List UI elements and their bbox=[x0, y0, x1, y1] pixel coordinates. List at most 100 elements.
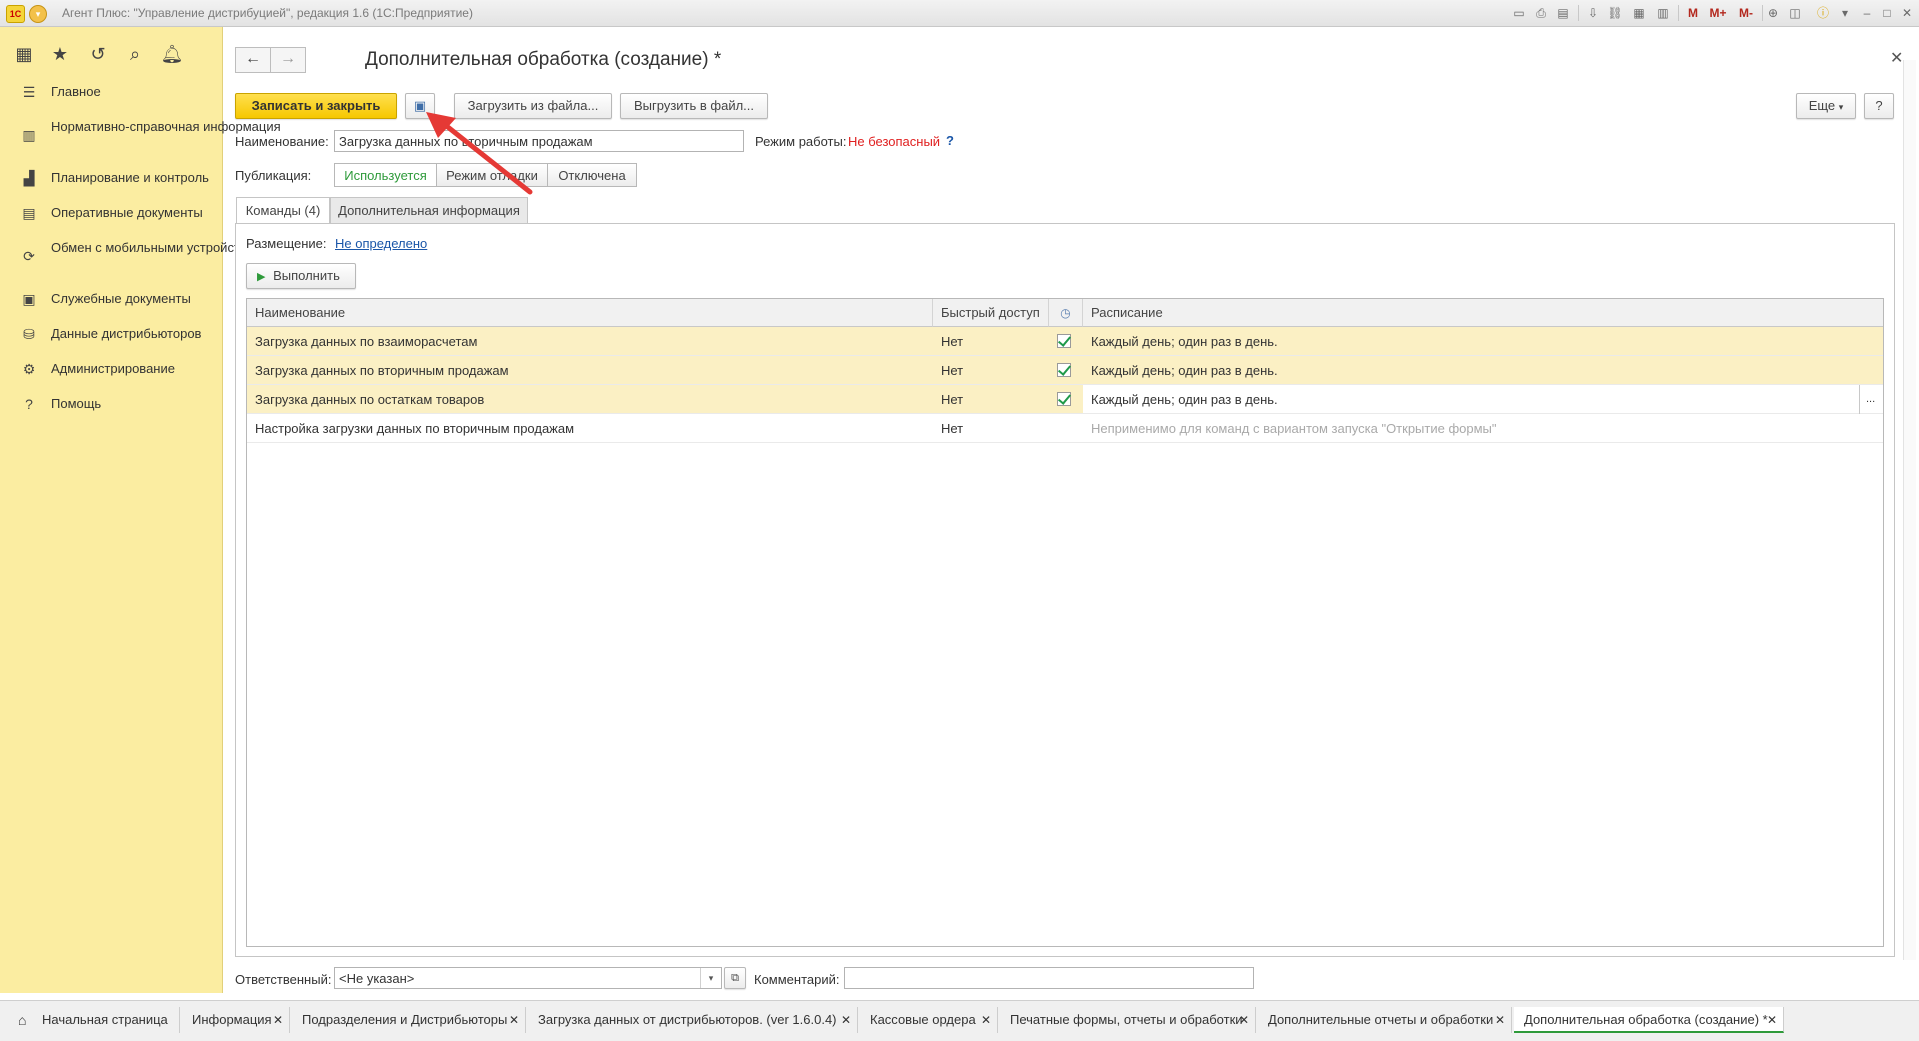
panels-icon[interactable]: ◫ bbox=[1786, 4, 1804, 22]
play-icon: ▶ bbox=[257, 271, 266, 283]
mode-value-link[interactable]: Не безопасный bbox=[848, 134, 940, 149]
schedule-checkbox[interactable] bbox=[1057, 334, 1071, 348]
bottom-tab-info[interactable]: Информация ✕ bbox=[182, 1007, 290, 1033]
close-tab-icon[interactable]: ✕ bbox=[273, 1007, 283, 1033]
responsible-label: Ответственный: bbox=[235, 972, 332, 987]
preview-icon[interactable]: ▤ bbox=[1554, 4, 1572, 22]
table-row[interactable]: Загрузка данных по вторичным продажам Не… bbox=[247, 356, 1883, 385]
memory-plus-button[interactable]: M+ bbox=[1706, 4, 1730, 22]
close-tab-icon[interactable]: ✕ bbox=[509, 1007, 519, 1033]
bottom-tab-cash-orders[interactable]: Кассовые ордера ✕ bbox=[860, 1007, 998, 1033]
export-to-file-button[interactable]: Выгрузить в файл... bbox=[620, 93, 768, 119]
sidebar-item-distributor-data[interactable]: ⛁ Данные дистрибьюторов bbox=[0, 326, 222, 346]
clock-icon: ◷ bbox=[1060, 306, 1071, 320]
row-name: Загрузка данных по остаткам товаров bbox=[255, 392, 485, 407]
sync-icon: ⟳ bbox=[23, 248, 35, 264]
sidebar-toolbar: ▦ ★ ↺ ⌕ 🔔︎ bbox=[0, 27, 222, 81]
name-label: Наименование: bbox=[235, 134, 329, 149]
favorites-star-icon[interactable]: ★ bbox=[48, 42, 72, 66]
sidebar-item-mobile-exchange[interactable]: ⟳ Обмен с мобильными устройствами bbox=[0, 240, 270, 276]
bottom-tab-print-forms[interactable]: Печатные формы, отчеты и обработки ✕ bbox=[1000, 1007, 1256, 1033]
sidebar-item-help[interactable]: ? Помощь bbox=[0, 396, 222, 416]
column-header-quick-access[interactable]: Быстрый доступ bbox=[933, 299, 1049, 327]
bottom-tab-additional-reports[interactable]: Дополнительные отчеты и обработки ✕ bbox=[1258, 1007, 1512, 1033]
comment-label: Комментарий: bbox=[754, 972, 840, 987]
window-title-bar: 1С ▾ Агент Плюс: "Управление дистрибуцие… bbox=[0, 0, 1919, 27]
close-tab-icon[interactable]: ✕ bbox=[981, 1007, 991, 1033]
open-windows-bar: ⌂ Начальная страница Информация ✕ Подразд… bbox=[0, 1000, 1919, 1041]
column-header-schedule-icon[interactable]: ◷ bbox=[1049, 299, 1083, 327]
calendar-icon[interactable]: ▦ bbox=[1630, 4, 1648, 22]
save-icon[interactable]: ▭ bbox=[1510, 4, 1528, 22]
tab-commands[interactable]: Команды (4) bbox=[236, 197, 330, 225]
help-button[interactable]: ? bbox=[1864, 93, 1894, 119]
bottom-tab-data-loading[interactable]: Загрузка данных от дистрибьюторов. (ver … bbox=[528, 1007, 858, 1033]
close-form-icon[interactable]: ✕ bbox=[1890, 48, 1903, 68]
chevron-down-icon[interactable]: ▾ bbox=[1836, 4, 1854, 22]
column-header-name[interactable]: Наименование bbox=[247, 299, 933, 327]
close-tab-icon[interactable]: ✕ bbox=[841, 1007, 851, 1033]
form-title: Дополнительная обработка (создание) * bbox=[365, 49, 722, 70]
memory-minus-button[interactable]: M- bbox=[1734, 4, 1758, 22]
gear-icon: ⚙ bbox=[22, 361, 36, 377]
download-icon[interactable]: ⇩ bbox=[1584, 4, 1602, 22]
close-window-icon[interactable]: ✕ bbox=[1898, 4, 1916, 22]
sidebar-item-reference[interactable]: ▥ Нормативно-справочная информация bbox=[0, 119, 280, 155]
home-icon: ⌂ bbox=[18, 1012, 27, 1028]
table-row[interactable]: Загрузка данных по остаткам товаров Нет … bbox=[247, 385, 1883, 414]
run-button[interactable]: ▶ Выполнить bbox=[246, 263, 356, 289]
main-menu-dropdown-icon[interactable]: ▾ bbox=[29, 5, 47, 23]
placement-label: Размещение: bbox=[246, 236, 327, 251]
close-tab-icon[interactable]: ✕ bbox=[1239, 1007, 1249, 1033]
row-quick-access: Нет bbox=[941, 392, 964, 407]
schedule-select-button[interactable]: ... bbox=[1859, 385, 1883, 414]
print-icon[interactable]: ⎙ bbox=[1532, 4, 1550, 22]
publication-disabled-option[interactable]: Отключена bbox=[547, 163, 637, 187]
chart-icon: ▟ bbox=[23, 170, 35, 186]
bottom-tab-departments[interactable]: Подразделения и Дистрибьюторы ✕ bbox=[292, 1007, 526, 1033]
schedule-checkbox[interactable] bbox=[1057, 363, 1071, 377]
bottom-tab-home[interactable]: ⌂ Начальная страница bbox=[8, 1007, 180, 1033]
mode-label: Режим работы: bbox=[755, 134, 847, 149]
link-icon[interactable]: ⛓ bbox=[1606, 4, 1624, 22]
close-tab-icon[interactable]: ✕ bbox=[1495, 1007, 1505, 1033]
documents-icon: ▤ bbox=[22, 205, 36, 221]
memory-m-button[interactable]: M bbox=[1684, 4, 1702, 22]
minimize-icon[interactable]: – bbox=[1858, 4, 1876, 22]
sidebar-item-operational-docs[interactable]: ▤ Оперативные документы bbox=[0, 205, 222, 225]
placement-link[interactable]: Не определено bbox=[335, 236, 427, 251]
bottom-tab-current-form[interactable]: Дополнительная обработка (создание) * ✕ bbox=[1514, 1007, 1784, 1033]
forward-button[interactable]: → bbox=[270, 47, 306, 73]
comment-input[interactable] bbox=[844, 967, 1254, 989]
zoom-icon[interactable]: ⊕ bbox=[1764, 4, 1782, 22]
sidebar-item-main[interactable]: ☰ Главное bbox=[0, 84, 222, 104]
mode-help-icon[interactable]: ? bbox=[946, 133, 954, 148]
sidebar-item-administration[interactable]: ⚙ Администрирование bbox=[0, 361, 222, 381]
more-button[interactable]: Еще ▾ bbox=[1796, 93, 1856, 119]
row-schedule[interactable]: Каждый день; один раз в день. bbox=[1083, 385, 1278, 414]
table-row[interactable]: Загрузка данных по взаиморасчетам Нет Ка… bbox=[247, 327, 1883, 356]
tab-additional-info[interactable]: Дополнительная информация bbox=[330, 197, 528, 223]
table-row[interactable]: Настройка загрузки данных по вторичным п… bbox=[247, 414, 1883, 443]
schedule-checkbox[interactable] bbox=[1057, 392, 1071, 406]
form-vertical-scrollbar[interactable] bbox=[1903, 60, 1916, 960]
catalog-icon: ▥ bbox=[22, 127, 36, 143]
calculator-icon[interactable]: ▥ bbox=[1654, 4, 1672, 22]
history-icon[interactable]: ↺ bbox=[86, 42, 110, 66]
sidebar-item-service-docs[interactable]: ▣ Служебные документы bbox=[0, 291, 222, 311]
search-icon[interactable]: ⌕ bbox=[123, 42, 147, 66]
row-schedule: Каждый день; один раз в день. bbox=[1091, 363, 1278, 378]
close-tab-icon[interactable]: ✕ bbox=[1767, 1007, 1777, 1033]
info-icon[interactable]: ⓘ bbox=[1814, 4, 1832, 22]
column-header-schedule[interactable]: Расписание bbox=[1083, 299, 1883, 327]
save-and-close-button[interactable]: Записать и закрыть bbox=[235, 93, 397, 119]
row-name: Настройка загрузки данных по вторичным п… bbox=[255, 421, 575, 436]
responsible-input[interactable]: <Не указан> bbox=[334, 967, 722, 989]
open-responsible-button[interactable]: ⧉ bbox=[724, 967, 746, 989]
apps-grid-icon[interactable]: ▦ bbox=[12, 42, 36, 66]
maximize-icon[interactable]: □ bbox=[1878, 4, 1896, 22]
sidebar-item-planning[interactable]: ▟ Планирование и контроль bbox=[0, 170, 222, 190]
responsible-dropdown-icon[interactable]: ▾ bbox=[700, 968, 721, 988]
bell-icon[interactable]: 🔔︎ bbox=[160, 42, 184, 66]
back-button[interactable]: ← bbox=[235, 47, 271, 73]
